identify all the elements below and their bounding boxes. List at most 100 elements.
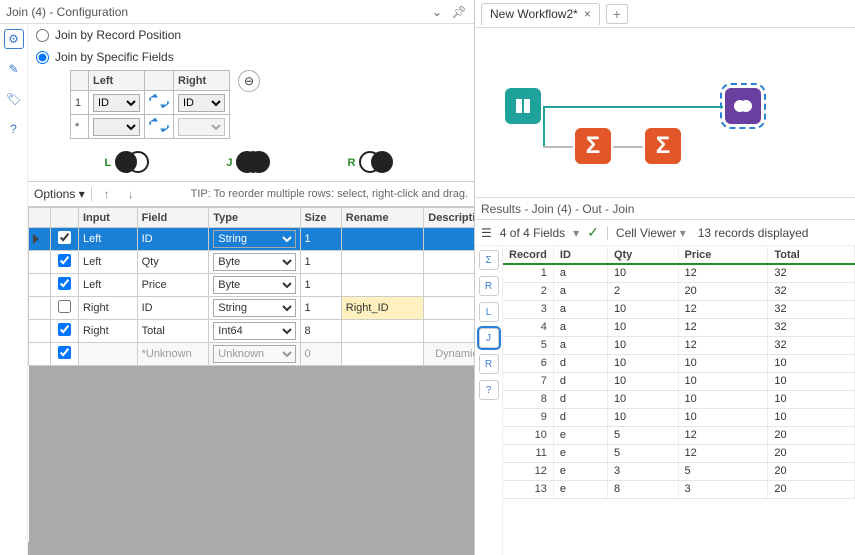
cell-type[interactable]: String <box>209 228 300 251</box>
results-row[interactable]: 8d101010 <box>503 390 855 408</box>
results-anchor-l[interactable]: L <box>479 302 499 322</box>
jf-left-select[interactable]: ID <box>93 94 140 112</box>
results-grid[interactable]: RecordIDQtyPriceTotal 1a1012322a220323a1… <box>503 246 855 555</box>
radio-specific-fields[interactable]: Join by Specific Fields <box>28 46 474 68</box>
field-grid-header[interactable] <box>29 208 51 228</box>
field-grid-row[interactable]: LeftIDString1 <box>29 228 475 251</box>
close-tab-icon[interactable]: × <box>584 7 591 21</box>
jf-right-select[interactable]: ID <box>178 94 225 112</box>
jf-left-select[interactable] <box>93 118 140 136</box>
include-checkbox[interactable] <box>58 277 71 290</box>
cell-size[interactable]: 1 <box>300 228 341 251</box>
field-grid-header[interactable]: Description <box>424 208 474 228</box>
cell-size[interactable]: 1 <box>300 297 341 320</box>
cell-rename[interactable] <box>341 274 424 297</box>
cell-rename[interactable] <box>341 320 424 343</box>
jf-right-select[interactable] <box>178 118 225 136</box>
results-col-header[interactable]: Price <box>678 246 768 264</box>
cell-description[interactable] <box>424 297 474 320</box>
cell-rename[interactable]: Right_ID <box>341 297 424 320</box>
results-anchor-j[interactable]: J <box>479 328 499 348</box>
include-checkbox[interactable] <box>58 231 71 244</box>
tool-summarize-1[interactable]: Σ <box>575 128 611 164</box>
results-row[interactable]: 6d101010 <box>503 354 855 372</box>
results-col-header[interactable]: Total <box>768 246 855 264</box>
results-row[interactable]: 12e3520 <box>503 462 855 480</box>
results-anchor-r[interactable]: R <box>479 354 499 374</box>
cell-type[interactable]: Byte <box>209 251 300 274</box>
row-indicator[interactable] <box>29 320 51 343</box>
remove-join-pair-button[interactable]: ⊖ <box>238 70 260 92</box>
fields-summary[interactable]: 4 of 4 Fields <box>500 226 565 240</box>
add-tab-button[interactable]: + <box>606 4 628 24</box>
pin-icon[interactable]: 📌︎ <box>450 3 468 21</box>
results-row[interactable]: 13e8320 <box>503 480 855 498</box>
tab-workflow[interactable]: New Workflow2* × <box>481 3 600 25</box>
results-anchor-r[interactable]: R <box>479 276 499 296</box>
field-grid-row[interactable]: *UnknownUnknown0Dynamic <box>29 343 475 366</box>
gear-icon[interactable]: ⚙ <box>5 30 23 48</box>
cell-size[interactable]: 0 <box>300 343 341 366</box>
radio-record-position[interactable]: Join by Record Position <box>28 24 474 46</box>
workflow-canvas[interactable]: Σ Σ <box>475 28 855 198</box>
results-row[interactable]: 10e51220 <box>503 426 855 444</box>
help-icon[interactable]: ? <box>5 120 23 138</box>
include-checkbox[interactable] <box>58 254 71 267</box>
tool-summarize-2[interactable]: Σ <box>645 128 681 164</box>
cell-rename[interactable] <box>341 251 424 274</box>
row-indicator[interactable] <box>29 228 51 251</box>
field-grid-row[interactable]: RightTotalInt648 <box>29 320 475 343</box>
cell-size[interactable]: 8 <box>300 320 341 343</box>
cell-type[interactable]: Unknown <box>209 343 300 366</box>
venn-right[interactable]: R <box>348 151 398 175</box>
cell-description[interactable] <box>424 274 474 297</box>
field-grid-header[interactable] <box>50 208 78 228</box>
field-grid-row[interactable]: LeftPriceByte1 <box>29 274 475 297</box>
field-grid-header[interactable]: Rename <box>341 208 424 228</box>
cell-type[interactable]: String <box>209 297 300 320</box>
field-grid-header[interactable]: Size <box>300 208 341 228</box>
move-down-button[interactable]: ↓ <box>122 185 140 203</box>
radio-specific-fields-input[interactable] <box>36 51 49 64</box>
field-grid-header[interactable]: Field <box>137 208 209 228</box>
include-checkbox[interactable] <box>58 323 71 336</box>
header-chevron-down-icon[interactable]: ⌄ <box>428 3 446 21</box>
options-menu[interactable]: Options ▾ <box>34 187 85 201</box>
cell-type[interactable]: Byte <box>209 274 300 297</box>
results-anchor-σ[interactable]: Σ <box>479 250 499 270</box>
results-row[interactable]: 2a22032 <box>503 282 855 300</box>
results-row[interactable]: 11e51220 <box>503 444 855 462</box>
row-indicator[interactable] <box>29 343 51 366</box>
results-anchor-?[interactable]: ? <box>479 380 499 400</box>
cell-description[interactable]: Dynamic <box>424 343 474 366</box>
field-grid-row[interactable]: RightIDString1Right_ID <box>29 297 475 320</box>
field-grid[interactable]: InputFieldTypeSizeRenameDescription Left… <box>28 207 474 555</box>
results-row[interactable]: 5a101232 <box>503 336 855 354</box>
cell-viewer-menu[interactable]: Cell Viewer ▾ <box>616 226 686 240</box>
cell-rename[interactable] <box>341 228 424 251</box>
venn-left[interactable]: L <box>105 151 154 175</box>
field-grid-header[interactable]: Input <box>78 208 137 228</box>
annotate-icon[interactable]: ✎ <box>5 60 23 78</box>
cell-type[interactable]: Int64 <box>209 320 300 343</box>
include-checkbox[interactable] <box>58 300 71 313</box>
results-col-header[interactable]: Record <box>503 246 553 264</box>
results-col-header[interactable]: Qty <box>607 246 678 264</box>
field-grid-row[interactable]: LeftQtyByte1 <box>29 251 475 274</box>
fields-chevron-down-icon[interactable]: ▾ <box>573 226 579 240</box>
move-up-button[interactable]: ↑ <box>98 185 116 203</box>
venn-join[interactable]: J <box>226 151 274 175</box>
include-checkbox[interactable] <box>58 346 71 359</box>
cell-size[interactable]: 1 <box>300 251 341 274</box>
results-row[interactable]: 4a101232 <box>503 318 855 336</box>
radio-record-position-input[interactable] <box>36 29 49 42</box>
results-row[interactable]: 7d101010 <box>503 372 855 390</box>
tool-join-selected[interactable] <box>725 88 761 124</box>
cell-size[interactable]: 1 <box>300 274 341 297</box>
rows-icon[interactable]: ☰ <box>481 226 492 240</box>
cell-rename[interactable] <box>341 343 424 366</box>
row-indicator[interactable] <box>29 251 51 274</box>
cell-description[interactable] <box>424 251 474 274</box>
results-row[interactable]: 3a101232 <box>503 300 855 318</box>
results-row[interactable]: 9d101010 <box>503 408 855 426</box>
